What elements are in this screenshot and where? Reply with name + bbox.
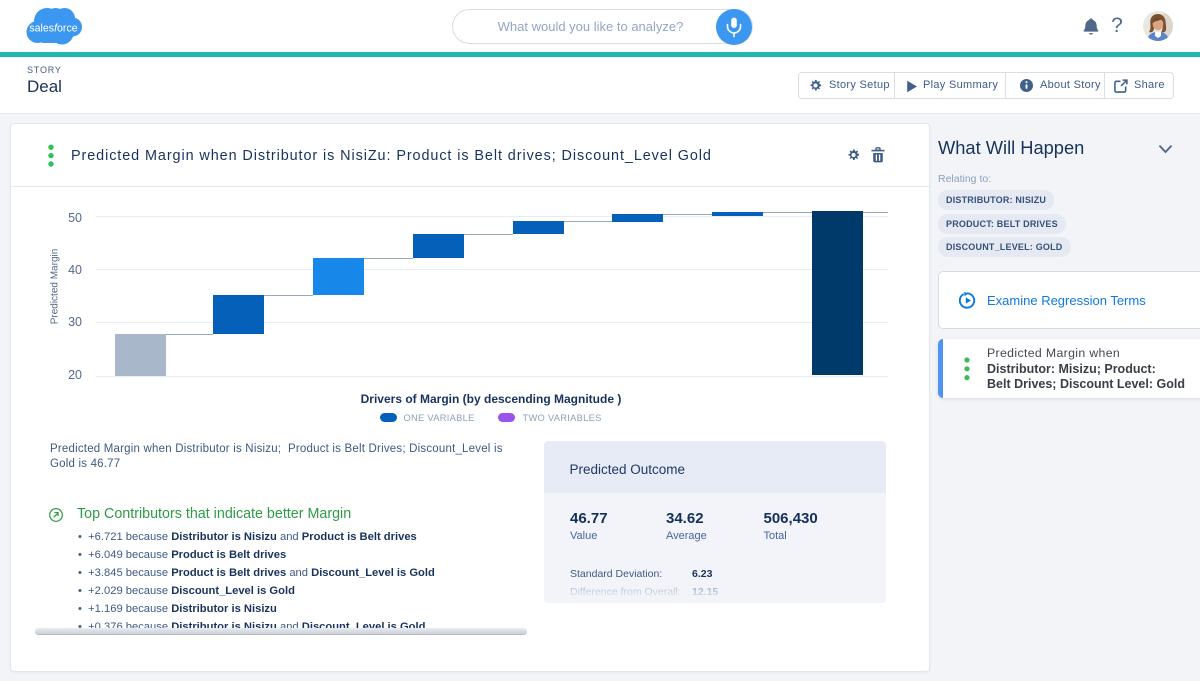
svg-text:salesforce: salesforce — [29, 23, 77, 35]
